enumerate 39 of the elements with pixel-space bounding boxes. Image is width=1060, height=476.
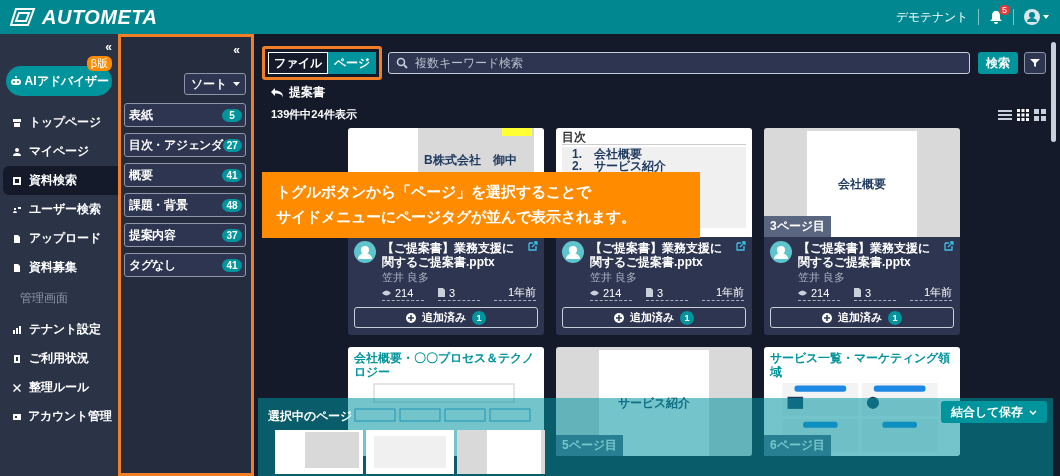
tag-count: 41 bbox=[222, 168, 242, 182]
upload-age: 1年前 bbox=[910, 285, 952, 301]
view-count: 214 bbox=[798, 285, 840, 301]
page-count: 3 bbox=[438, 285, 480, 301]
logo-text: AUTOMETA bbox=[42, 5, 158, 29]
author-name: 笠井 良多 bbox=[381, 270, 431, 285]
slide-heading: サービス一覧・マーケティング領域 bbox=[770, 351, 951, 379]
section-label: 管理画面 bbox=[19, 290, 69, 307]
slide-text: 2. サービス紹介 bbox=[572, 160, 667, 172]
page-label: 5ページ目 bbox=[556, 435, 623, 456]
tag-count: 5 bbox=[222, 108, 242, 122]
tag-count: 48 bbox=[222, 198, 242, 212]
tag-count: 41 bbox=[222, 258, 242, 272]
slide-text: 会社概要 bbox=[838, 178, 886, 190]
slide-heading: 目次 bbox=[562, 131, 746, 145]
tooltip-text: サイドメニューにページタグが並んで表示されます。 bbox=[276, 208, 637, 227]
slide-text: B株式会社 御中 bbox=[424, 154, 517, 166]
page-label: 6ページ目 bbox=[764, 435, 831, 456]
upload-age: 1年前 bbox=[702, 285, 744, 301]
notification-count: 5 bbox=[999, 5, 1010, 15]
page-label: 3ページ目 bbox=[764, 216, 831, 237]
slide-heading: 会社概要・〇〇プロセス＆テクノロジー bbox=[354, 351, 535, 379]
page-count: 3 bbox=[854, 285, 896, 301]
slide-text: サービス紹介 bbox=[618, 397, 690, 409]
added-count: 1 bbox=[888, 310, 902, 325]
tag-count: 37 bbox=[222, 228, 242, 242]
page-count: 3 bbox=[646, 285, 688, 301]
added-count: 1 bbox=[680, 310, 694, 325]
author-name: 笠井 良多 bbox=[589, 270, 639, 285]
folder-title: 提案書 bbox=[289, 84, 325, 101]
beta-badge: β版 bbox=[86, 56, 112, 71]
upload-age: 1年前 bbox=[494, 285, 536, 301]
slide-text: 1. 会社概要 bbox=[572, 148, 642, 160]
added-count: 1 bbox=[472, 310, 486, 325]
author-name: 笠井 良多 bbox=[797, 270, 847, 285]
result-count: 139件中24件表示 bbox=[271, 107, 357, 122]
tooltip-text: トグルボタンから「ページ」を選択することで bbox=[276, 183, 593, 202]
view-count: 214 bbox=[590, 285, 632, 301]
view-count: 214 bbox=[382, 285, 424, 301]
